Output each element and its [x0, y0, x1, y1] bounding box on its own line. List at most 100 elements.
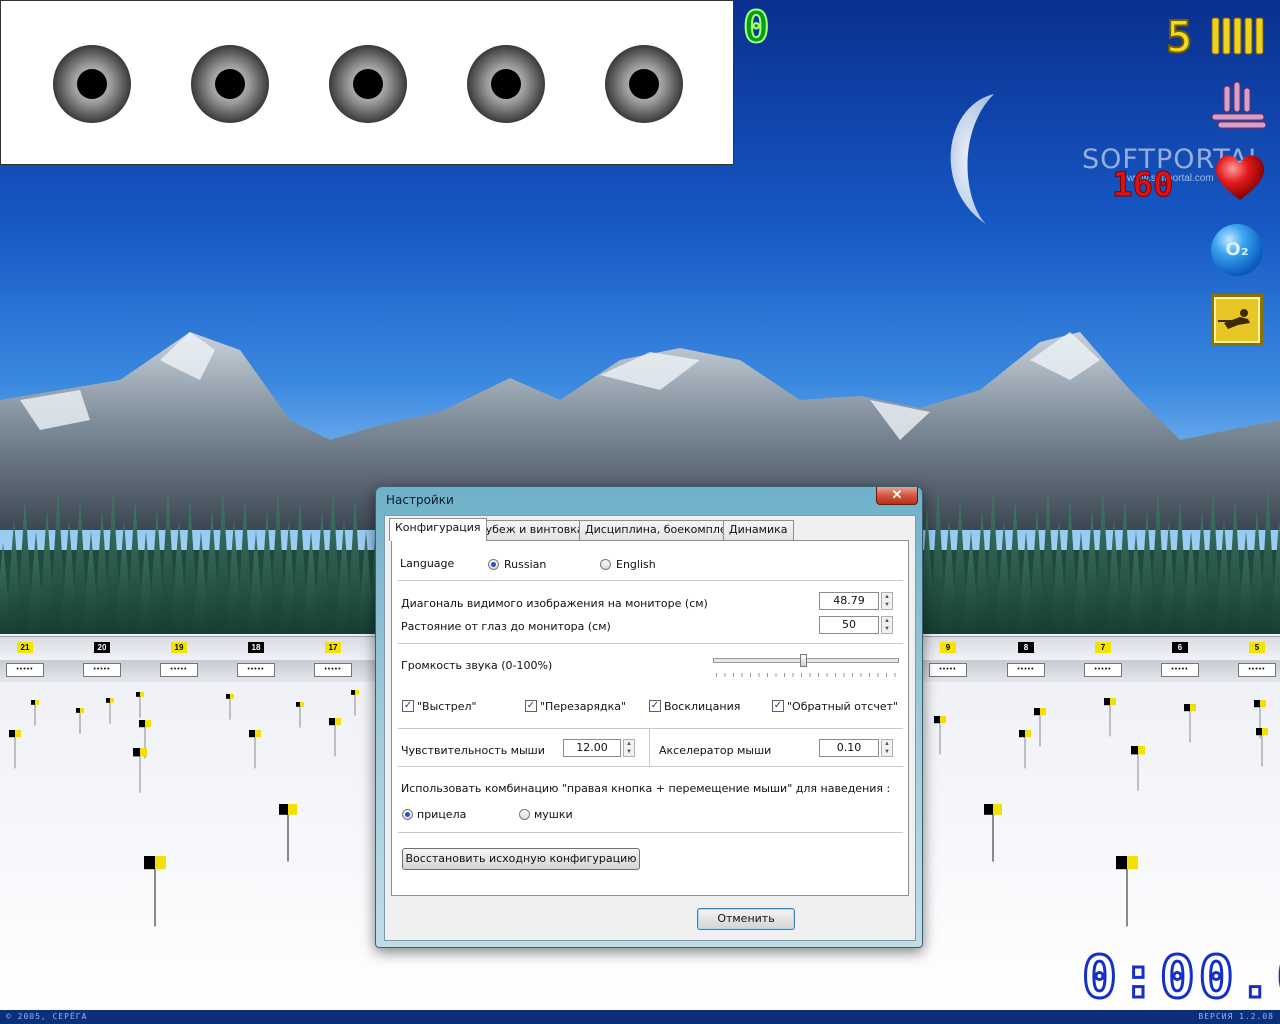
diagonal-spinner[interactable]: ▲ ▼: [881, 592, 893, 610]
diagonal-field[interactable]: 48.79: [819, 592, 879, 610]
shooter-icon: [1218, 309, 1250, 329]
accelerator-spinner[interactable]: ▲ ▼: [881, 739, 893, 757]
flag-black: [249, 730, 255, 738]
flag-yellow: [1138, 746, 1145, 755]
target-disc-5: [605, 45, 683, 123]
lane-target-20: •••••: [83, 663, 121, 677]
tab-range-and-rifle[interactable]: Рубеж и винтовка: [473, 520, 590, 540]
bullseye: [491, 69, 521, 99]
volume-label: Громкость звука (0-100%): [401, 659, 553, 672]
restore-defaults-button[interactable]: Восстановить исходную конфигурацию: [402, 848, 640, 870]
lane-number-21: 21: [17, 642, 33, 653]
lane-number-20: 20: [94, 642, 110, 653]
flag-black: [133, 748, 140, 757]
cancel-button[interactable]: Отменить: [697, 908, 795, 930]
flag-black: [144, 856, 155, 870]
lane-number-7: 7: [1095, 642, 1111, 653]
flag-black: [329, 718, 335, 726]
accelerator-label: Акселератор мыши: [659, 744, 772, 757]
flag-yellow: [140, 692, 144, 697]
tab-page-configuration: Language Russian English Диагональ видим…: [391, 540, 909, 896]
sensitivity-field[interactable]: 12.00: [563, 739, 621, 757]
flag-yellow: [80, 708, 84, 713]
oxygen-icon: O₂: [1211, 224, 1263, 276]
distance-label: Растояние от глаз до монитора (см): [401, 620, 611, 633]
flag-yellow: [230, 694, 234, 699]
flag-yellow: [35, 700, 39, 705]
lane-number-9: 9: [940, 642, 956, 653]
checkbox-reload[interactable]: ✓: [525, 700, 537, 712]
aim-group: Использовать комбинацию "правая кнопка +…: [398, 767, 903, 833]
checkbox-shot-label: "Выстрел": [417, 700, 477, 713]
flag-yellow: [110, 698, 114, 703]
checkbox-exclamations-label: Восклицания: [664, 700, 741, 713]
flag-black: [984, 804, 993, 815]
language-label: Language: [400, 557, 455, 570]
distance-field[interactable]: 50: [819, 616, 879, 634]
flag-black: [1116, 856, 1127, 870]
sensitivity-spinner[interactable]: ▲ ▼: [623, 739, 635, 757]
flag-yellow: [145, 720, 151, 728]
flag-yellow: [255, 730, 261, 738]
flag-black: [9, 730, 15, 738]
radio-reticle[interactable]: [402, 809, 413, 820]
version-text: ВЕРСИЯ 1.2.08: [1198, 1012, 1274, 1021]
lane-number-8: 8: [1018, 642, 1034, 653]
flag-black: [106, 698, 110, 703]
flag-black: [296, 702, 300, 707]
flag-black: [226, 694, 230, 699]
flag-black: [351, 690, 355, 695]
lane-number-19: 19: [171, 642, 187, 653]
heart-icon: [1215, 155, 1265, 200]
volume-slider-ticks: [716, 673, 896, 677]
volume-slider-thumb[interactable]: [800, 654, 807, 667]
flag-black: [1184, 704, 1190, 712]
flag-yellow: [140, 748, 147, 757]
flag-yellow: [1040, 708, 1046, 716]
race-timer: 0:00.0: [1081, 943, 1280, 1011]
flag-yellow: [940, 716, 946, 724]
lane-target-21: •••••: [6, 663, 44, 677]
bullseye: [353, 69, 383, 99]
lane-target-5: •••••: [1238, 663, 1276, 677]
close-button[interactable]: ✕: [876, 487, 918, 505]
copyright-text: © 2005, СЕРЁГА: [6, 1012, 88, 1021]
lane-target-9: •••••: [929, 663, 967, 677]
lane-number-18: 18: [248, 642, 264, 653]
checkbox-countdown[interactable]: ✓: [772, 700, 784, 712]
tab-configuration[interactable]: Конфигурация: [389, 518, 487, 541]
moon: [950, 94, 994, 224]
lane-number-6: 6: [1172, 642, 1188, 653]
radio-front-sight-label: мушки: [534, 808, 573, 821]
ammo-rounds-icon: [1211, 17, 1264, 55]
radio-russian[interactable]: [488, 559, 499, 570]
flag-black: [1034, 708, 1040, 716]
flag-yellow: [155, 856, 166, 870]
radio-front-sight[interactable]: [519, 809, 530, 820]
aim-prompt: Использовать комбинацию "правая кнопка +…: [401, 782, 891, 795]
distance-spinner[interactable]: ▲ ▼: [881, 616, 893, 634]
hits-counter: 0: [742, 2, 770, 53]
lane-target-17: •••••: [314, 663, 352, 677]
flag-yellow: [288, 804, 297, 815]
dialog-title: Настройки: [386, 493, 454, 507]
flag-yellow: [1110, 698, 1116, 706]
flag-yellow: [1025, 730, 1031, 738]
ammo-counter: 5: [1165, 12, 1193, 63]
flag-yellow: [355, 690, 359, 695]
target-disc-4: [467, 45, 545, 123]
bullseye: [215, 69, 245, 99]
radio-english-label: English: [616, 558, 656, 571]
rifle-icon[interactable]: [1211, 294, 1263, 346]
radio-russian-label: Russian: [504, 558, 547, 571]
tab-dynamics[interactable]: Динамика: [723, 520, 794, 540]
heart-rate-counter: 160: [1111, 165, 1174, 205]
tab-discipline-ammo[interactable]: Дисциплина, боекомплект: [579, 520, 746, 540]
flag-black: [1104, 698, 1110, 706]
lane-target-19: •••••: [160, 663, 198, 677]
accelerator-field[interactable]: 0.10: [819, 739, 879, 757]
checkbox-shot[interactable]: ✓: [402, 700, 414, 712]
radio-english[interactable]: [600, 559, 611, 570]
flag-black: [1256, 728, 1262, 736]
checkbox-exclamations[interactable]: ✓: [649, 700, 661, 712]
